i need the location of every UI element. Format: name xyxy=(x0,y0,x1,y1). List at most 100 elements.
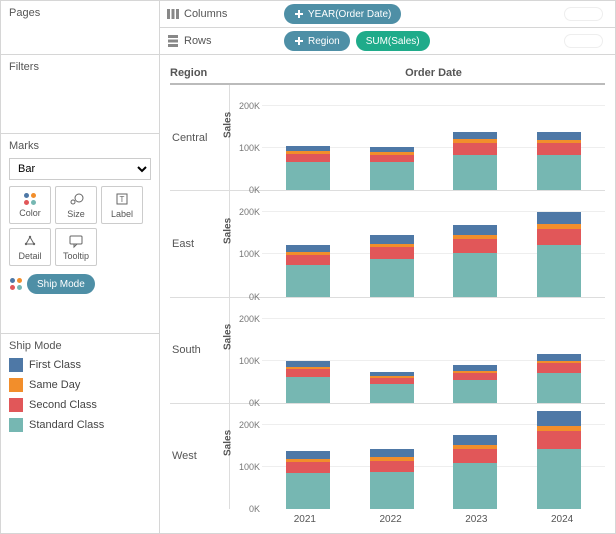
chart-row: WestSales0K100K200K xyxy=(170,404,605,509)
bar-stack[interactable] xyxy=(453,365,497,402)
bar-segment[interactable] xyxy=(537,354,581,361)
bar-stack[interactable] xyxy=(537,354,581,403)
bar-stack[interactable] xyxy=(370,372,414,403)
color-icon xyxy=(23,192,37,206)
bar-stack[interactable] xyxy=(453,225,497,297)
y-tick: 100K xyxy=(239,143,260,153)
right-area: Columns YEAR(Order Date) Rows Region SUM(… xyxy=(160,1,615,533)
bar-segment[interactable] xyxy=(453,435,497,445)
legend-item[interactable]: Standard Class xyxy=(9,418,151,432)
bar-segment[interactable] xyxy=(286,255,330,265)
bar-stack[interactable] xyxy=(370,235,414,297)
bar-segment[interactable] xyxy=(453,225,497,235)
bar-segment[interactable] xyxy=(453,380,497,403)
plot-cell xyxy=(262,191,605,296)
bar-segment[interactable] xyxy=(453,463,497,509)
bar-stack[interactable] xyxy=(537,132,581,191)
filters-panel[interactable]: Filters xyxy=(1,55,159,134)
region-header[interactable]: Region xyxy=(170,63,262,85)
bar-segment[interactable] xyxy=(453,143,497,155)
orderdate-header[interactable]: Order Date xyxy=(262,63,605,85)
measure-pill[interactable]: SUM(Sales) xyxy=(356,31,430,51)
bar-segment[interactable] xyxy=(286,462,330,473)
legend-panel: Ship Mode First ClassSame DaySecond Clas… xyxy=(1,334,159,533)
bar-segment[interactable] xyxy=(286,162,330,190)
bar-segment[interactable] xyxy=(453,132,497,140)
bar-column xyxy=(522,410,596,509)
mark-type-select[interactable]: Bar xyxy=(9,158,151,180)
shipmode-pill[interactable]: Ship Mode xyxy=(27,274,95,294)
legend-item[interactable]: First Class xyxy=(9,358,151,372)
bar-segment[interactable] xyxy=(370,235,414,244)
bar-segment[interactable] xyxy=(537,363,581,373)
bar-stack[interactable] xyxy=(370,147,414,191)
bar-segment[interactable] xyxy=(537,143,581,154)
x-axis-label[interactable]: 2022 xyxy=(380,514,402,525)
bar-segment[interactable] xyxy=(286,451,330,459)
pages-panel[interactable]: Pages xyxy=(1,1,159,55)
bar-segment[interactable] xyxy=(286,473,330,509)
bar-stack[interactable] xyxy=(286,451,330,509)
region-cell[interactable]: Central xyxy=(170,85,230,190)
dimension-pill[interactable]: Region xyxy=(284,31,350,51)
size-button[interactable]: Size xyxy=(55,186,97,224)
bar-segment[interactable] xyxy=(537,229,581,245)
pill-label: Region xyxy=(308,36,340,47)
bar-segment[interactable] xyxy=(286,265,330,297)
detail-button[interactable]: Detail xyxy=(9,228,51,266)
bar-stack[interactable] xyxy=(286,146,330,190)
bar-segment[interactable] xyxy=(537,155,581,191)
bar-column xyxy=(271,91,345,190)
bar-segment[interactable] xyxy=(453,449,497,463)
bar-stack[interactable] xyxy=(453,435,497,509)
color-button[interactable]: Color xyxy=(9,186,51,224)
bar-stack[interactable] xyxy=(370,449,414,509)
x-axis-label[interactable]: 2023 xyxy=(465,514,487,525)
legend-item[interactable]: Second Class xyxy=(9,398,151,412)
chart-grid: CentralSales0K100K200KEastSales0K100K200… xyxy=(170,85,605,509)
x-axis-label[interactable]: 2024 xyxy=(551,514,573,525)
y-axis-cell: Sales0K100K200K xyxy=(230,191,262,296)
bar-segment[interactable] xyxy=(453,253,497,297)
bar-segment[interactable] xyxy=(370,155,414,163)
bar-stack[interactable] xyxy=(286,361,330,403)
legend-item[interactable]: Same Day xyxy=(9,378,151,392)
bar-segment[interactable] xyxy=(537,212,581,224)
bar-stack[interactable] xyxy=(537,411,581,509)
marks-color-shelf[interactable]: Ship Mode xyxy=(9,274,151,294)
bar-segment[interactable] xyxy=(370,259,414,297)
bar-stack[interactable] xyxy=(453,132,497,191)
region-cell[interactable]: South xyxy=(170,298,230,403)
bar-segment[interactable] xyxy=(453,239,497,253)
bar-segment[interactable] xyxy=(370,461,414,473)
dimension-pill[interactable]: YEAR(Order Date) xyxy=(284,4,401,24)
bar-segment[interactable] xyxy=(370,247,414,259)
y-tick: 100K xyxy=(239,356,260,366)
bar-segment[interactable] xyxy=(453,373,497,380)
region-cell[interactable]: West xyxy=(170,404,230,509)
bar-segment[interactable] xyxy=(370,472,414,509)
bar-segment[interactable] xyxy=(370,449,414,458)
bar-segment[interactable] xyxy=(537,373,581,403)
bar-segment[interactable] xyxy=(537,431,581,449)
tooltip-button[interactable]: Tooltip xyxy=(55,228,97,266)
bar-segment[interactable] xyxy=(537,245,581,297)
bar-segment[interactable] xyxy=(453,155,497,191)
bar-segment[interactable] xyxy=(370,162,414,190)
bar-segment[interactable] xyxy=(286,369,330,377)
rows-shelf-label: Rows xyxy=(166,34,276,48)
bar-segment[interactable] xyxy=(537,449,581,509)
bar-segment[interactable] xyxy=(537,132,581,141)
bar-segment[interactable] xyxy=(286,377,330,403)
bar-segment[interactable] xyxy=(537,411,581,425)
label-button[interactable]: T Label xyxy=(101,186,143,224)
x-axis-label[interactable]: 2021 xyxy=(294,514,316,525)
bar-segment[interactable] xyxy=(286,154,330,163)
bar-segment[interactable] xyxy=(286,245,330,252)
bar-stack[interactable] xyxy=(286,245,330,297)
bar-stack[interactable] xyxy=(537,212,581,296)
bar-segment[interactable] xyxy=(370,384,414,403)
rows-shelf[interactable]: Rows Region SUM(Sales) xyxy=(160,28,615,55)
region-cell[interactable]: East xyxy=(170,191,230,296)
columns-shelf[interactable]: Columns YEAR(Order Date) xyxy=(160,1,615,28)
